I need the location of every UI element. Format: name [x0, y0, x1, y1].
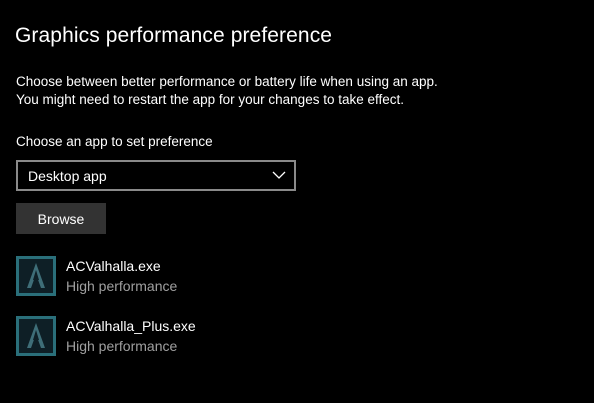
assassins-creed-app-icon: [16, 256, 56, 296]
page-title: Graphics performance preference: [15, 24, 333, 47]
description-line-2: You might need to restart the app for yo…: [16, 92, 404, 107]
app-name: ACValhalla_Plus.exe: [66, 318, 196, 334]
chevron-down-icon: [272, 171, 286, 179]
description-line-1: Choose between better performance or bat…: [16, 74, 438, 89]
app-preference: High performance: [66, 338, 178, 354]
graphics-settings-page: Graphics performance preference Choose b…: [0, 0, 594, 403]
page-description: Choose between better performance or bat…: [16, 73, 438, 109]
browse-button[interactable]: Browse: [16, 203, 106, 234]
app-preference: High performance: [66, 278, 178, 294]
app-name: ACValhalla.exe: [66, 258, 161, 274]
app-type-selected-value: Desktop app: [28, 168, 107, 184]
assassins-creed-app-icon: [16, 316, 56, 356]
app-list-item[interactable]: ACValhalla_Plus.exe High performance: [16, 316, 436, 360]
app-list-item[interactable]: ACValhalla.exe High performance: [16, 256, 436, 300]
choose-app-label: Choose an app to set preference: [16, 134, 213, 149]
app-type-dropdown[interactable]: Desktop app: [16, 160, 296, 191]
